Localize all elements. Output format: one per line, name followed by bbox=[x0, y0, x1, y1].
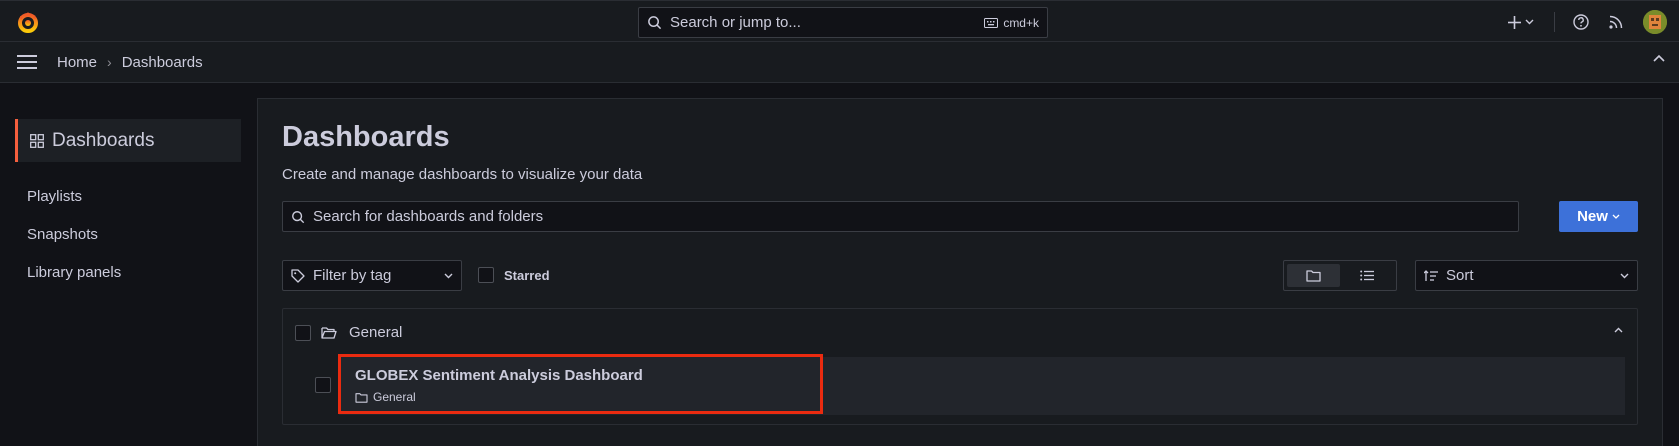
collapse-header-button[interactable] bbox=[1653, 54, 1665, 62]
breadcrumb: Home › Dashboards bbox=[57, 54, 203, 71]
starred-checkbox[interactable] bbox=[478, 267, 494, 283]
list-icon bbox=[1359, 270, 1374, 281]
filter-by-tag-placeholder: Filter by tag bbox=[313, 267, 392, 284]
keyboard-icon bbox=[984, 17, 999, 28]
section-nav-sidebar: Dashboards Playlists Snapshots Library p… bbox=[0, 84, 256, 446]
folder-icon bbox=[355, 392, 368, 403]
breadcrumb-separator: › bbox=[107, 54, 112, 70]
search-icon bbox=[292, 210, 305, 223]
grafana-logo-icon[interactable] bbox=[16, 10, 40, 34]
filter-by-tag-select[interactable]: Filter by tag bbox=[282, 260, 462, 291]
breadcrumb-home-link[interactable]: Home bbox=[57, 54, 97, 71]
chevron-up-icon bbox=[1614, 327, 1623, 333]
folder-section-general: General GLOBEX Sentiment Analysis Dashbo… bbox=[282, 308, 1638, 425]
sort-amount-icon bbox=[1424, 269, 1438, 281]
user-avatar[interactable] bbox=[1643, 10, 1667, 34]
folder-icon bbox=[1306, 270, 1321, 282]
breadcrumb-current: Dashboards bbox=[121, 53, 203, 71]
folder-open-icon bbox=[321, 327, 337, 339]
dashboard-row[interactable]: GLOBEX Sentiment Analysis Dashboard Gene… bbox=[339, 357, 1625, 415]
sidebar-header-label: Dashboards bbox=[52, 129, 155, 151]
keyboard-shortcut-hint: cmd+k bbox=[984, 16, 1039, 30]
folder-view-button[interactable] bbox=[1287, 264, 1340, 287]
page-subtitle: Create and manage dashboards to visualiz… bbox=[282, 166, 643, 183]
news-feed-button[interactable] bbox=[1609, 15, 1623, 29]
help-icon bbox=[1573, 14, 1589, 30]
global-search-input[interactable]: Search or jump to... cmd+k bbox=[638, 7, 1048, 38]
add-new-menu-button[interactable] bbox=[1508, 15, 1534, 29]
rss-icon bbox=[1609, 15, 1623, 29]
folder-collapse-button[interactable] bbox=[1614, 327, 1623, 333]
avatar-image-icon bbox=[1643, 10, 1667, 34]
dashboard-location: General bbox=[355, 390, 416, 404]
page-title: Dashboards bbox=[282, 121, 450, 153]
apps-grid-icon bbox=[30, 133, 44, 148]
breadcrumb-bar: Home › Dashboards bbox=[0, 42, 1679, 83]
view-mode-toggle bbox=[1283, 260, 1397, 291]
global-search-placeholder: Search or jump to... bbox=[670, 14, 801, 31]
divider bbox=[1554, 12, 1555, 32]
dashboard-search-placeholder: Search for dashboards and folders bbox=[313, 208, 544, 225]
tag-icon bbox=[291, 268, 305, 283]
sidebar-item-snapshots[interactable]: Snapshots bbox=[27, 226, 98, 243]
list-view-button[interactable] bbox=[1340, 264, 1393, 287]
plus-icon bbox=[1508, 15, 1521, 29]
folder-header[interactable]: General bbox=[295, 324, 402, 341]
sort-select[interactable]: Sort bbox=[1415, 260, 1638, 291]
dashboard-row-checkbox[interactable] bbox=[315, 377, 331, 393]
help-button[interactable] bbox=[1573, 14, 1589, 30]
chevron-down-icon bbox=[444, 273, 453, 278]
top-bar: Search or jump to... cmd+k bbox=[0, 0, 1679, 42]
shortcut-text: cmd+k bbox=[1003, 15, 1039, 30]
chevron-down-icon bbox=[1620, 273, 1629, 278]
search-icon bbox=[648, 16, 662, 30]
sidebar-item-library-panels[interactable]: Library panels bbox=[27, 264, 121, 281]
main-content: Dashboards Create and manage dashboards … bbox=[257, 98, 1663, 446]
dashboard-location-label: General bbox=[373, 390, 416, 404]
folder-name: General bbox=[349, 324, 403, 341]
dashboard-title-link[interactable]: GLOBEX Sentiment Analysis Dashboard bbox=[355, 367, 643, 384]
chevron-up-icon bbox=[1653, 54, 1665, 62]
sort-placeholder: Sort bbox=[1446, 267, 1474, 284]
new-button[interactable]: New bbox=[1559, 201, 1638, 232]
sidebar-item-playlists[interactable]: Playlists bbox=[27, 188, 82, 205]
top-right-actions bbox=[1508, 1, 1679, 43]
starred-label: Starred bbox=[504, 267, 550, 283]
dashboard-search-input[interactable]: Search for dashboards and folders bbox=[282, 201, 1519, 232]
chevron-down-icon bbox=[1612, 214, 1620, 219]
sidebar-item-dashboards[interactable]: Dashboards bbox=[15, 119, 241, 162]
folder-checkbox[interactable] bbox=[295, 324, 311, 341]
chevron-down-icon bbox=[1525, 19, 1534, 25]
hamburger-menu-icon bbox=[17, 55, 37, 69]
starred-filter[interactable]: Starred bbox=[478, 267, 550, 283]
new-button-label: New bbox=[1577, 208, 1608, 225]
menu-toggle-button[interactable] bbox=[17, 55, 37, 69]
